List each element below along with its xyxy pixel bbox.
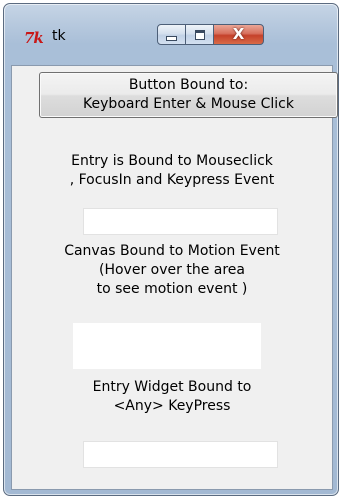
entry2-label-line2: <Any> KeyPress [113,398,231,414]
mouseclick-entry[interactable] [83,208,278,235]
close-button[interactable]: X [213,24,264,45]
entry-bound-label: Entry is Bound to Mouseclick , FocusIn a… [12,152,332,190]
motion-canvas[interactable] [73,323,261,369]
entry2-label: Entry Widget Bound to <Any> KeyPress [12,378,332,416]
tk-feather-icon[interactable]: 7k [24,29,44,47]
client-area: Button Bound to: Keyboard Enter & Mouse … [11,65,338,490]
bound-button-line1: Button Bound to: [128,77,249,93]
canvas-label: Canvas Bound to Motion Event (Hover over… [12,242,332,299]
entry-bound-label-line2: , FocusIn and Keypress Event [69,172,275,188]
minimize-button[interactable] [157,24,186,45]
canvas-label-line1: Canvas Bound to Motion Event [64,243,280,259]
close-icon: X [232,25,245,43]
entry2-label-line1: Entry Widget Bound to [92,379,252,395]
canvas-label-line2: (Hover over the area [99,262,245,278]
window-title: tk [52,28,66,44]
app-window: 7k tk X Button Bound to: Keyboard Enter … [3,3,339,496]
bound-button[interactable]: Button Bound to: Keyboard Enter & Mouse … [39,72,338,118]
keypress-entry[interactable] [83,441,278,468]
canvas-label-line3: to see motion event ) [96,281,248,297]
bound-button-line2: Keyboard Enter & Mouse Click [83,96,294,112]
minimize-icon [166,35,177,41]
maximize-button[interactable] [185,24,214,45]
maximize-icon [194,29,205,40]
caption-buttons: X [157,24,332,46]
entry-bound-label-line1: Entry is Bound to Mouseclick [71,153,273,169]
